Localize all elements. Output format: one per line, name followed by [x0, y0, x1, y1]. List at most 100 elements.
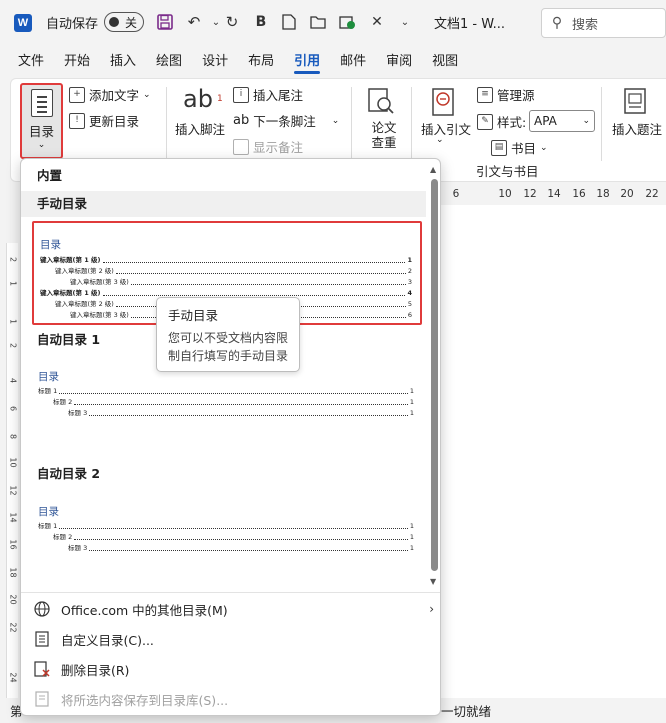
word-app-icon: W: [14, 14, 32, 32]
open-icon[interactable]: [307, 11, 329, 33]
tab-view[interactable]: 视图: [422, 46, 468, 78]
scroll-up-arrow-icon[interactable]: ▲: [430, 165, 436, 174]
custom-toc-item[interactable]: 自定义目录(C)...: [21, 624, 440, 654]
next-footnote-button[interactable]: ab 下一条脚注 ⌄: [233, 111, 339, 130]
search-placeholder: 搜索: [572, 17, 599, 33]
chevron-right-icon: ›: [429, 602, 434, 616]
horizontal-ruler[interactable]: 6 10 12 14 16 18 20 22: [440, 185, 666, 205]
insert-caption-icon: [623, 87, 649, 115]
citation-style-value: APA: [534, 114, 557, 128]
chevron-down-icon: ⌄: [331, 115, 340, 126]
show-notes-label: 显示备注: [253, 140, 304, 155]
style-label: 样式:: [497, 115, 527, 130]
tab-insert[interactable]: 插入: [100, 46, 146, 78]
preview-title: 目录: [38, 506, 59, 518]
document-page[interactable]: [441, 205, 666, 698]
ruler-number: 22: [645, 188, 659, 200]
tab-home[interactable]: 开始: [54, 46, 100, 78]
redo-icon[interactable]: ↻: [221, 11, 243, 33]
show-notes-button[interactable]: 显示备注: [233, 137, 303, 156]
citation-style-select[interactable]: APA ⌄: [529, 110, 595, 132]
scroll-thumb[interactable]: [431, 179, 438, 571]
manage-sources-button[interactable]: ≡ 管理源: [477, 85, 535, 104]
autosave-state: 关: [125, 16, 138, 30]
tab-references[interactable]: 引用: [284, 46, 330, 78]
gallery-scrollbar[interactable]: ▲ ▼: [426, 159, 440, 591]
toggle-knob: [109, 17, 119, 27]
ruler-number: 18: [596, 188, 610, 200]
ruler-number: 8: [8, 433, 18, 440]
bibliography-button[interactable]: ▤ 书目 ⌄: [491, 138, 548, 157]
ruler-number: 2: [8, 342, 18, 349]
ruler-number: 10: [498, 188, 512, 200]
close-icon[interactable]: ✕: [366, 11, 388, 33]
toc-preview-row: 键入章标题(第 3 级) 3: [70, 278, 412, 286]
bibliography-label: 书目: [511, 141, 537, 156]
auto-toc-2-header: 自动目录 2: [37, 466, 101, 481]
customize-quick-access-icon[interactable]: ⌄: [394, 11, 416, 33]
remove-toc-item[interactable]: 删除目录(R): [21, 654, 440, 684]
toc-button-label: 目录: [28, 124, 54, 139]
insert-caption-label: 插入题注: [612, 122, 663, 137]
manual-toc-header: 手动目录: [21, 191, 426, 217]
toc-preview-row: 标题 31: [68, 544, 414, 552]
tab-review[interactable]: 审阅: [376, 46, 422, 78]
insert-endnote-label: 插入尾注: [253, 88, 304, 103]
tab-draw[interactable]: 绘图: [146, 46, 192, 78]
chevron-down-icon: ⌄: [143, 89, 151, 100]
insert-citation-button[interactable]: 插入引文: [421, 119, 471, 138]
show-notes-icon: [233, 138, 249, 155]
endnote-icon: i: [233, 86, 249, 103]
tab-mailings[interactable]: 邮件: [330, 46, 376, 78]
save-selection-to-toc-gallery-item[interactable]: 将所选内容保存到目录库(S)...: [21, 684, 440, 714]
autosave-toggle[interactable]: 关: [104, 12, 144, 32]
chevron-down-icon: ⌄: [436, 135, 444, 145]
toc-button[interactable]: 目录 ⌄: [20, 83, 63, 159]
insert-footnote-button[interactable]: 插入脚注: [175, 119, 225, 138]
add-text-label: 添加文字: [89, 88, 140, 103]
chevron-down-icon: ⌄: [582, 116, 590, 126]
group-label-citations: 引文与书目: [476, 164, 539, 179]
research-button[interactable]: [367, 87, 395, 115]
ruler-number: 6: [8, 405, 18, 412]
ruler-number: 16: [572, 188, 586, 200]
tab-design[interactable]: 设计: [192, 46, 238, 78]
new-doc-icon[interactable]: [278, 11, 300, 33]
tooltip: 手动目录 您可以不受文档内容限制自行填写的手动目录: [156, 297, 300, 372]
tab-file[interactable]: 文件: [8, 46, 54, 78]
scroll-down-arrow-icon[interactable]: ▼: [430, 577, 436, 586]
add-text-button[interactable]: + 添加文字 ⌄: [69, 85, 151, 104]
save-icon[interactable]: [154, 11, 176, 33]
search-input[interactable]: ⚲ 搜索: [541, 8, 666, 38]
bold-icon[interactable]: B: [250, 11, 272, 33]
save-selection-icon: [33, 690, 51, 708]
check-icon[interactable]: [336, 11, 358, 33]
more-toc-label: Office.com 中的其他目录(M): [61, 602, 228, 618]
toc-preview-row: 标题 11: [38, 387, 414, 395]
ribbon-separator: [166, 87, 167, 161]
more-toc-from-office-item[interactable]: Office.com 中的其他目录(M) ›: [21, 594, 440, 624]
auto-toc-2-option[interactable]: 目录 标题 11 标题 21 标题 31: [32, 490, 422, 570]
manage-sources-icon: ≡: [477, 86, 493, 103]
insert-citation-label: 插入引文: [421, 122, 472, 137]
update-toc-label: 更新目录: [89, 114, 140, 129]
ruler-number: 22: [8, 622, 18, 633]
insert-endnote-button[interactable]: i 插入尾注: [233, 85, 303, 104]
update-toc-button[interactable]: ! 更新目录: [69, 111, 139, 130]
chevron-down-icon: ⌄: [37, 140, 46, 150]
ruler-number: 1: [8, 280, 18, 287]
preview-title: 目录: [38, 371, 59, 383]
vertical-ruler[interactable]: 2 1 1 2 4 6 8 10 12 14 16 18 20 22 24: [0, 185, 22, 700]
ruler-number: 14: [8, 512, 18, 523]
vertical-ruler-track: 2 1 1 2 4 6 8 10 12 14 16 18 20 22 24: [6, 243, 18, 698]
section-header-builtin: 内置: [37, 168, 63, 183]
toc-icon: [30, 89, 53, 117]
ruler-number: 12: [523, 188, 537, 200]
next-footnote-label: 下一条脚注: [253, 114, 316, 129]
insert-caption-button[interactable]: 插入题注: [612, 119, 662, 138]
research-icon: [368, 88, 394, 114]
tab-layout[interactable]: 布局: [238, 46, 284, 78]
ruler-number: 2: [8, 256, 18, 263]
ruler-number: 12: [8, 485, 18, 496]
undo-icon[interactable]: ↶: [183, 11, 205, 33]
